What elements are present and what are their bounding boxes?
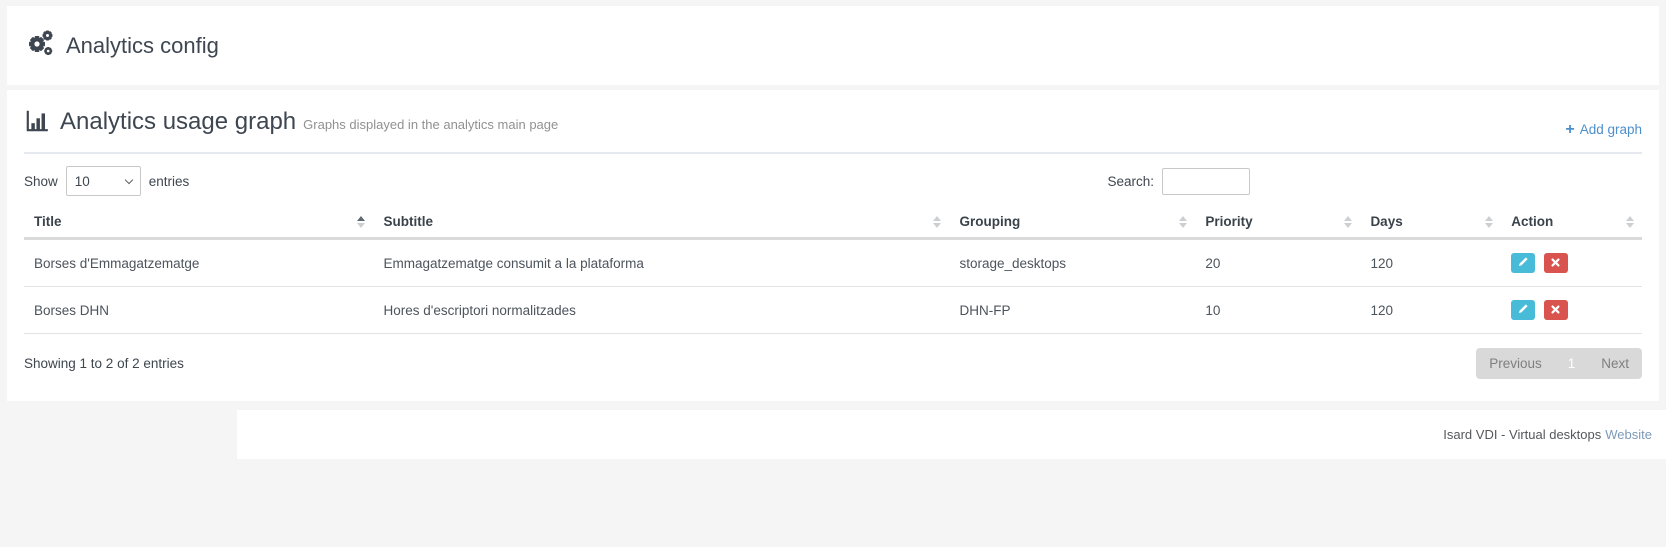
column-header-subtitle[interactable]: Subtitle (373, 206, 949, 239)
panel-title-row: Analytics usage graph Graphs displayed i… (24, 100, 1642, 154)
table-controls: Show 10 entries Search: (24, 166, 1642, 196)
cell-priority: 20 (1195, 239, 1360, 287)
cell-actions (1501, 239, 1642, 287)
table-row: Borses DHN Hores d'escriptori normalitza… (24, 287, 1642, 334)
column-header-label: Priority (1205, 214, 1252, 229)
column-header-label: Subtitle (383, 214, 433, 229)
table-info: Showing 1 to 2 of 2 entries (24, 356, 184, 371)
cell-grouping: DHN-FP (949, 287, 1195, 334)
sort-arrows-icon (933, 216, 941, 228)
footer: Isard VDI - Virtual desktops Website (237, 410, 1666, 459)
delete-button[interactable] (1544, 253, 1568, 273)
page-size-select[interactable]: 10 (66, 166, 141, 196)
gears-icon (24, 29, 56, 62)
column-header-label: Title (34, 214, 62, 229)
column-header-title[interactable]: Title (24, 206, 373, 239)
panel-title-left: Analytics usage graph Graphs displayed i… (24, 108, 558, 139)
pagination-next[interactable]: Next (1588, 348, 1642, 379)
page-title: Analytics config (66, 33, 219, 59)
bar-chart-icon (24, 108, 50, 139)
cell-grouping: storage_desktops (949, 239, 1195, 287)
page-title-wrap: Analytics config (24, 29, 219, 62)
add-graph-button[interactable]: + Add graph (1565, 120, 1642, 139)
length-control: Show 10 entries (24, 166, 189, 196)
cell-days: 120 (1360, 287, 1501, 334)
x-icon (1550, 256, 1561, 271)
delete-button[interactable] (1544, 300, 1568, 320)
sort-arrows-icon (1626, 216, 1634, 228)
page-size-select-wrap: 10 (66, 166, 141, 196)
plus-icon: + (1565, 122, 1574, 138)
column-header-grouping[interactable]: Grouping (949, 206, 1195, 239)
cell-subtitle: Hores d'escriptori normalitzades (373, 287, 949, 334)
add-graph-label: Add graph (1580, 122, 1642, 137)
column-header-action[interactable]: Action (1501, 206, 1642, 239)
table-header-row: Title Subtitle Grouping Priority Days (24, 206, 1642, 239)
x-icon (1550, 303, 1561, 318)
sort-arrows-icon (1179, 216, 1187, 228)
table-row: Borses d'Emmagatzematge Emmagatzematge c… (24, 239, 1642, 287)
analytics-usage-graph-panel: Analytics usage graph Graphs displayed i… (7, 90, 1659, 401)
column-header-label: Days (1370, 214, 1402, 229)
column-header-priority[interactable]: Priority (1195, 206, 1360, 239)
sort-arrows-icon (357, 216, 365, 228)
footer-website-link[interactable]: Website (1605, 427, 1652, 442)
column-header-label: Action (1511, 214, 1553, 229)
pencil-icon (1517, 256, 1529, 271)
cell-actions (1501, 287, 1642, 334)
column-header-label: Grouping (959, 214, 1020, 229)
cell-title: Borses d'Emmagatzematge (24, 239, 373, 287)
search-control: Search: (1107, 168, 1250, 195)
cell-priority: 10 (1195, 287, 1360, 334)
pagination: Previous 1 Next (1476, 348, 1642, 379)
sort-arrows-icon (1485, 216, 1493, 228)
graphs-table: Title Subtitle Grouping Priority Days (24, 206, 1642, 334)
cell-title: Borses DHN (24, 287, 373, 334)
pagination-previous[interactable]: Previous (1476, 348, 1555, 379)
panel-subtitle: Graphs displayed in the analytics main p… (303, 117, 558, 132)
cell-days: 120 (1360, 239, 1501, 287)
entries-label: entries (149, 174, 190, 189)
sort-arrows-icon (1344, 216, 1352, 228)
edit-button[interactable] (1511, 300, 1535, 320)
column-header-days[interactable]: Days (1360, 206, 1501, 239)
cell-subtitle: Emmagatzematge consumit a la plataforma (373, 239, 949, 287)
show-label: Show (24, 174, 58, 189)
search-label: Search: (1107, 174, 1154, 189)
pagination-page-1[interactable]: 1 (1555, 348, 1589, 379)
footer-text: Isard VDI - Virtual desktops (1443, 427, 1601, 442)
edit-button[interactable] (1511, 253, 1535, 273)
panel-title: Analytics usage graph (60, 108, 296, 137)
page-header: Analytics config (7, 6, 1659, 85)
table-footer: Showing 1 to 2 of 2 entries Previous 1 N… (24, 348, 1642, 379)
search-input[interactable] (1162, 168, 1250, 195)
pencil-icon (1517, 303, 1529, 318)
